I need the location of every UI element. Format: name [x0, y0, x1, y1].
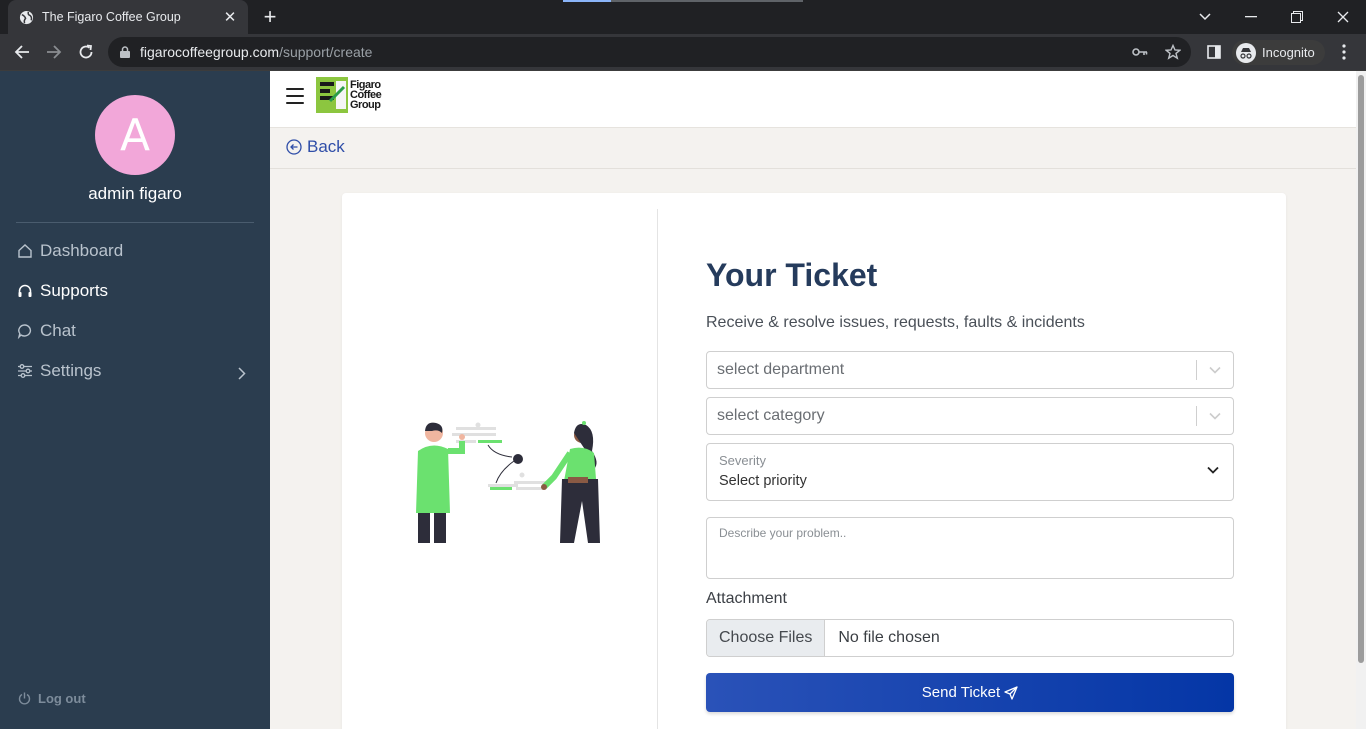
sidebar-item-settings[interactable]: Settings	[16, 356, 254, 386]
chevron-down-icon	[1207, 466, 1219, 474]
address-bar[interactable]: figarocoffeegroup.com/support/create	[108, 37, 1191, 67]
ticket-card: Your Ticket Receive & resolve issues, re…	[342, 193, 1286, 729]
main-content: Figaro Coffee Group Back Your Ticket Rec…	[270, 71, 1356, 729]
sidebar-item-label: Dashboard	[40, 241, 124, 260]
minimize-button[interactable]	[1228, 0, 1274, 34]
lock-icon[interactable]	[120, 46, 130, 58]
severity-label: Severity	[719, 453, 766, 468]
chevron-down-icon[interactable]	[1197, 412, 1233, 420]
incognito-icon	[1236, 42, 1256, 63]
reload-icon[interactable]	[72, 38, 100, 66]
back-label: Back	[307, 137, 345, 156]
avatar[interactable]: A	[95, 95, 175, 175]
chevron-down-icon[interactable]	[1197, 366, 1233, 374]
description-placeholder: Describe your problem..	[719, 526, 847, 540]
forward-arrow-icon[interactable]	[40, 38, 68, 66]
browser-tab-strip: The Figaro Coffee Group ✕ +	[0, 0, 1366, 34]
logout-button[interactable]: Log out	[18, 691, 86, 706]
logo-text: Figaro Coffee Group	[350, 79, 382, 111]
close-window-button[interactable]	[1320, 0, 1366, 34]
send-ticket-label: Send Ticket	[921, 684, 1001, 701]
severity-select[interactable]: Severity Select priority	[706, 443, 1234, 501]
profile-label: Incognito	[1262, 45, 1315, 60]
department-placeholder: select department	[717, 361, 845, 378]
hamburger-menu-icon[interactable]	[286, 88, 304, 104]
category-placeholder: select category	[717, 407, 825, 424]
sidebar-item-dashboard[interactable]: Dashboard	[16, 236, 254, 266]
category-select[interactable]: select category	[706, 397, 1234, 435]
tab-search-icon[interactable]	[1182, 0, 1228, 34]
choose-files-button[interactable]: Choose Files	[707, 620, 826, 656]
browser-tab[interactable]: The Figaro Coffee Group ✕	[8, 0, 248, 34]
department-select[interactable]: select department	[706, 351, 1234, 389]
file-input[interactable]: Choose Files No file chosen	[706, 619, 1234, 657]
browser-menu-icon[interactable]	[1330, 38, 1358, 66]
back-arrow-icon[interactable]	[8, 38, 36, 66]
sidebar-item-label: Settings	[40, 361, 102, 380]
loading-indicator	[563, 0, 803, 2]
back-bar: Back	[270, 128, 1356, 169]
page-scrollbar[interactable]	[1356, 71, 1366, 729]
sidebar-item-chat[interactable]: Chat	[16, 316, 254, 346]
problem-description-textarea[interactable]: Describe your problem..	[706, 517, 1234, 579]
sidebar-item-supports[interactable]: Supports	[16, 276, 254, 306]
form-title: Your Ticket	[706, 257, 878, 293]
key-icon[interactable]	[1132, 37, 1148, 67]
attachment-label: Attachment	[706, 590, 787, 607]
restore-button[interactable]	[1274, 0, 1320, 34]
url-host: figarocoffeegroup.com	[140, 44, 280, 60]
arrow-left-circle-icon	[286, 139, 302, 155]
browser-toolbar: figarocoffeegroup.com/support/create Inc…	[0, 34, 1366, 71]
support-illustration	[404, 421, 604, 556]
power-icon	[18, 692, 31, 705]
send-ticket-button[interactable]: Send Ticket	[706, 673, 1234, 712]
back-link[interactable]: Back	[286, 137, 345, 157]
chevron-right-icon	[238, 365, 246, 385]
company-logo[interactable]: Figaro Coffee Group	[316, 77, 382, 113]
close-tab-icon[interactable]: ✕	[222, 9, 238, 26]
star-bookmark-icon[interactable]	[1165, 37, 1181, 67]
incognito-profile-button[interactable]: Incognito	[1232, 40, 1325, 65]
no-file-text: No file chosen	[838, 629, 940, 646]
headset-icon	[16, 282, 34, 300]
severity-value: Select priority	[719, 473, 807, 489]
card-divider	[657, 209, 658, 729]
new-tab-button[interactable]: +	[258, 4, 282, 29]
sidebar: A admin figaro Dashboard Supports Chat S…	[0, 71, 270, 729]
side-panel-icon[interactable]	[1200, 38, 1228, 66]
user-name: admin figaro	[88, 184, 182, 203]
logout-label: Log out	[38, 691, 86, 706]
scrollbar-thumb[interactable]	[1358, 75, 1364, 663]
sidebar-divider	[16, 222, 254, 223]
sidebar-item-label: Supports	[40, 281, 109, 300]
globe-icon	[18, 9, 34, 25]
form-subtitle: Receive & resolve issues, requests, faul…	[706, 314, 1085, 331]
sidebar-item-label: Chat	[40, 321, 76, 340]
paper-plane-icon	[1004, 685, 1018, 700]
url-path: /support/create	[279, 44, 373, 60]
sliders-icon	[16, 362, 34, 380]
logo-mark	[316, 77, 348, 113]
tab-title: The Figaro Coffee Group	[42, 10, 181, 24]
top-navbar: Figaro Coffee Group	[270, 71, 1356, 128]
home-icon	[16, 242, 34, 260]
chat-bubble-icon	[16, 322, 34, 340]
